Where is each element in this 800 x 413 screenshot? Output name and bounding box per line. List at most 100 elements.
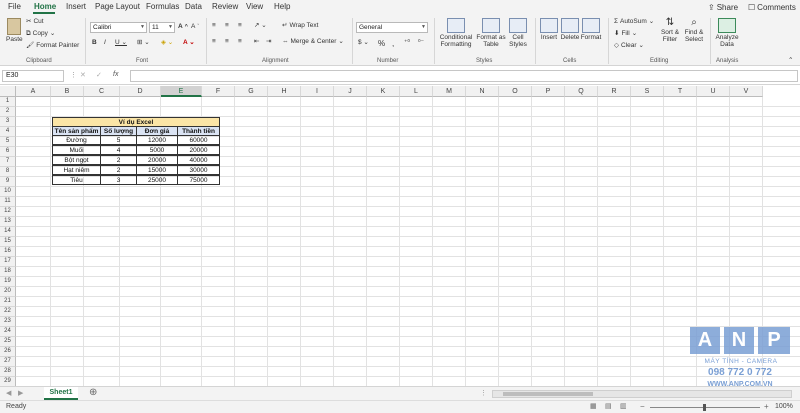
row-header[interactable]: 21 <box>0 297 16 307</box>
tab-file[interactable]: File <box>8 2 21 11</box>
fill-button[interactable]: ⬇ Fill ⌄ <box>614 30 637 38</box>
column-header[interactable]: U <box>697 86 730 97</box>
table-cell[interactable]: 2 <box>100 165 137 175</box>
share-button[interactable]: ⇪ Share <box>708 1 738 13</box>
column-header[interactable]: H <box>268 86 301 97</box>
tab-page-layout[interactable]: Page Layout <box>95 2 140 11</box>
row-header[interactable]: 16 <box>0 247 16 257</box>
autosum-button[interactable]: Σ AutoSum ⌄ <box>614 18 654 26</box>
grow-font-icon[interactable]: A ^ <box>178 23 188 31</box>
column-header[interactable]: E <box>161 86 202 97</box>
column-header[interactable]: B <box>51 86 84 97</box>
font-size-select[interactable]: 11 ▼ <box>149 22 175 33</box>
row-header[interactable]: 17 <box>0 257 16 267</box>
table-cell[interactable]: 12000 <box>136 135 178 145</box>
tab-review[interactable]: Review <box>212 2 238 11</box>
zoom-slider-thumb[interactable] <box>703 404 706 411</box>
next-sheet-icon[interactable]: ▶ <box>18 389 23 397</box>
number-format-select[interactable]: General ▼ <box>356 22 428 33</box>
row-header[interactable]: 24 <box>0 327 16 337</box>
row-header[interactable]: 28 <box>0 367 16 377</box>
column-header[interactable]: S <box>631 86 664 97</box>
row-header[interactable]: 7 <box>0 157 16 167</box>
tab-data[interactable]: Data <box>185 2 202 11</box>
table-cell[interactable]: Tiêu <box>52 175 101 185</box>
column-header[interactable]: P <box>532 86 565 97</box>
zoom-out-icon[interactable]: − <box>640 402 645 411</box>
page-layout-view-icon[interactable]: ▤ <box>605 402 612 410</box>
row-header[interactable]: 15 <box>0 237 16 247</box>
more-icon[interactable]: ⋮ <box>70 71 77 79</box>
table-cell[interactable]: 25000 <box>136 175 178 185</box>
tab-insert[interactable]: Insert <box>66 2 86 11</box>
percent-icon[interactable]: % <box>378 40 385 48</box>
row-header[interactable]: 5 <box>0 137 16 147</box>
row-header[interactable]: 23 <box>0 317 16 327</box>
row-header[interactable]: 6 <box>0 147 16 157</box>
row-header[interactable]: 19 <box>0 277 16 287</box>
paste-button[interactable]: Paste <box>6 18 23 44</box>
increase-indent-icon[interactable]: ⇥ <box>266 38 271 46</box>
row-header[interactable]: 3 <box>0 117 16 127</box>
table-cell[interactable]: 20000 <box>177 145 220 155</box>
cell-styles-button[interactable]: Cell Styles <box>507 18 529 48</box>
cut-button[interactable]: ✂ Cut <box>26 18 44 26</box>
row-header[interactable]: 22 <box>0 307 16 317</box>
insert-function-icon[interactable]: fx <box>113 71 118 78</box>
copy-button[interactable]: ⧉ Copy ⌄ <box>26 30 55 38</box>
align-top-icon[interactable]: ≡ <box>212 22 216 30</box>
column-header[interactable]: T <box>664 86 697 97</box>
clear-button[interactable]: ◇ Clear ⌄ <box>614 42 644 50</box>
column-header[interactable]: M <box>433 86 466 97</box>
table-cell[interactable]: 75000 <box>177 175 220 185</box>
row-header[interactable]: 9 <box>0 177 16 187</box>
table-cell[interactable]: Đường <box>52 135 101 145</box>
column-header[interactable]: Q <box>565 86 598 97</box>
table-cell[interactable]: Hạt niêm <box>52 165 101 175</box>
decrease-decimal-icon[interactable]: ⁰⁻ <box>418 39 424 47</box>
merge-center-button[interactable]: ⇔ Merge & Center ⌄ <box>282 38 344 46</box>
decrease-indent-icon[interactable]: ⇤ <box>254 38 259 46</box>
align-right-icon[interactable]: ≡ <box>238 38 242 46</box>
row-header[interactable]: 1 <box>0 97 16 107</box>
font-name-select[interactable]: Calibri ▼ <box>90 22 147 33</box>
select-all-button[interactable] <box>0 86 16 97</box>
zoom-slider[interactable] <box>650 404 760 411</box>
scrollbar-thumb[interactable] <box>503 392 593 396</box>
underline-icon[interactable]: U ⌄ <box>115 39 127 47</box>
column-header[interactable]: L <box>400 86 433 97</box>
table-cell[interactable]: Muối <box>52 145 101 155</box>
italic-icon[interactable]: I <box>104 39 106 47</box>
currency-icon[interactable]: $ ⌄ <box>358 39 369 47</box>
conditional-formatting-button[interactable]: Conditional Formatting <box>438 18 474 48</box>
name-box[interactable]: E30 <box>2 70 64 82</box>
table-cell[interactable]: Bột ngọt <box>52 155 101 165</box>
row-header[interactable]: 2 <box>0 107 16 117</box>
comments-button[interactable]: ☐ Comments <box>748 1 796 13</box>
sheet-tab[interactable]: Sheet1 <box>44 387 78 400</box>
increase-decimal-icon[interactable]: ⁺⁰ <box>404 39 410 47</box>
column-header[interactable]: A <box>16 86 51 97</box>
table-cell[interactable]: 60000 <box>177 135 220 145</box>
fill-color-icon[interactable]: ◈ ⌄ <box>161 39 173 47</box>
table-cell[interactable]: 4 <box>100 145 137 155</box>
format-cells-button[interactable]: Format <box>581 18 601 42</box>
column-header[interactable]: R <box>598 86 631 97</box>
table-cell[interactable]: 15000 <box>136 165 178 175</box>
sort-filter-button[interactable]: ⇅ Sort & Filter <box>659 18 681 43</box>
align-center-icon[interactable]: ≡ <box>225 38 229 46</box>
align-middle-icon[interactable]: ≡ <box>225 22 229 30</box>
row-header[interactable]: 8 <box>0 167 16 177</box>
align-left-icon[interactable]: ≡ <box>212 38 216 46</box>
column-header[interactable]: N <box>466 86 499 97</box>
page-break-view-icon[interactable]: ▥ <box>620 402 627 410</box>
row-header[interactable]: 12 <box>0 207 16 217</box>
row-header[interactable]: 4 <box>0 127 16 137</box>
formula-input[interactable] <box>130 70 798 82</box>
column-header[interactable]: D <box>120 86 161 97</box>
prev-sheet-icon[interactable]: ◀ <box>6 389 11 397</box>
worksheet-grid[interactable]: ABCDEFGHIJKLMNOPQRSTUV 1 2 3 4 5 6 7 8 9 10 11 12 13… <box>0 86 800 398</box>
tab-view[interactable]: View <box>246 2 263 11</box>
row-header[interactable]: 13 <box>0 217 16 227</box>
orientation-icon[interactable]: ↗ ⌄ <box>254 22 267 30</box>
